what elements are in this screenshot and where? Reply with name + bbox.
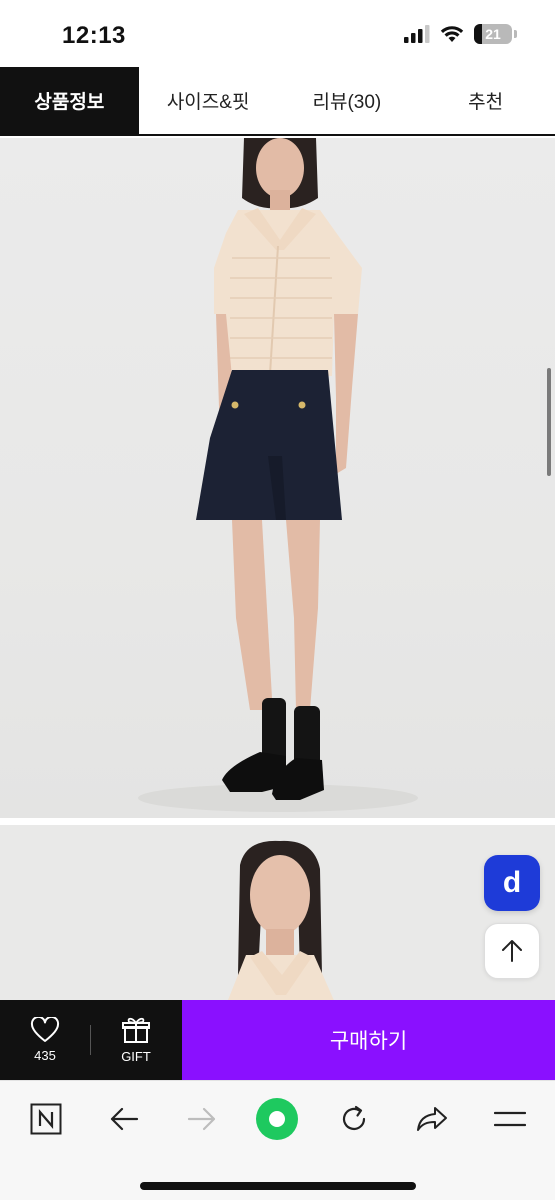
back-button[interactable]	[102, 1097, 146, 1141]
product-photo-full-body	[0, 138, 555, 818]
scroll-top-button[interactable]	[484, 923, 540, 979]
signal-icon	[404, 25, 430, 43]
share-button[interactable]	[410, 1097, 454, 1141]
heart-icon	[30, 1017, 60, 1042]
battery-fill	[474, 24, 482, 44]
green-dot-icon	[256, 1098, 298, 1140]
menu-icon	[494, 1111, 526, 1127]
naver-n-icon	[30, 1103, 62, 1135]
wifi-icon	[440, 26, 464, 42]
model-upper-body-illustration	[226, 840, 336, 1005]
product-photo-upper-body	[0, 825, 555, 1005]
refresh-icon	[342, 1105, 366, 1131]
status-icons: 21	[404, 24, 517, 44]
purchase-actions: 435 GIFT	[0, 1000, 182, 1080]
refresh-button[interactable]	[332, 1097, 376, 1141]
gift-button[interactable]: GIFT	[91, 1000, 181, 1080]
like-button[interactable]: 435	[0, 1000, 90, 1080]
battery-level: 21	[485, 26, 501, 42]
status-time: 12:13	[62, 22, 126, 49]
like-count: 435	[34, 1048, 56, 1063]
d-app-button[interactable]: d	[484, 855, 540, 911]
status-bar: 12:13 21	[0, 0, 555, 67]
tab-reviews[interactable]: 리뷰(30)	[278, 67, 417, 134]
product-tab-bar: 상품정보 사이즈&핏 리뷰(30) 추천	[0, 67, 555, 136]
tab-product-info[interactable]: 상품정보	[0, 67, 139, 134]
gift-label: GIFT	[121, 1049, 151, 1064]
scroll-indicator[interactable]	[547, 368, 551, 476]
battery-tip	[514, 30, 517, 38]
naver-home-button[interactable]	[24, 1097, 68, 1141]
purchase-bar: 435 GIFT 구매하기	[0, 1000, 555, 1080]
home-indicator	[140, 1182, 416, 1190]
gift-icon	[122, 1017, 150, 1043]
tab-recommend[interactable]: 추천	[416, 67, 555, 134]
d-logo: d	[502, 866, 522, 899]
buy-button[interactable]: 구매하기	[182, 1000, 555, 1080]
forward-arrow-icon	[187, 1107, 216, 1131]
forward-button[interactable]	[180, 1097, 224, 1141]
tab-size-fit[interactable]: 사이즈&핏	[139, 67, 278, 134]
back-arrow-icon	[110, 1107, 139, 1131]
share-icon	[417, 1107, 447, 1131]
arrow-up-icon	[502, 940, 522, 962]
model-full-body-illustration	[138, 138, 418, 812]
green-dot-button[interactable]	[255, 1097, 299, 1141]
photo-divider	[0, 818, 555, 825]
menu-button[interactable]	[488, 1097, 532, 1141]
battery-icon: 21	[474, 24, 512, 44]
